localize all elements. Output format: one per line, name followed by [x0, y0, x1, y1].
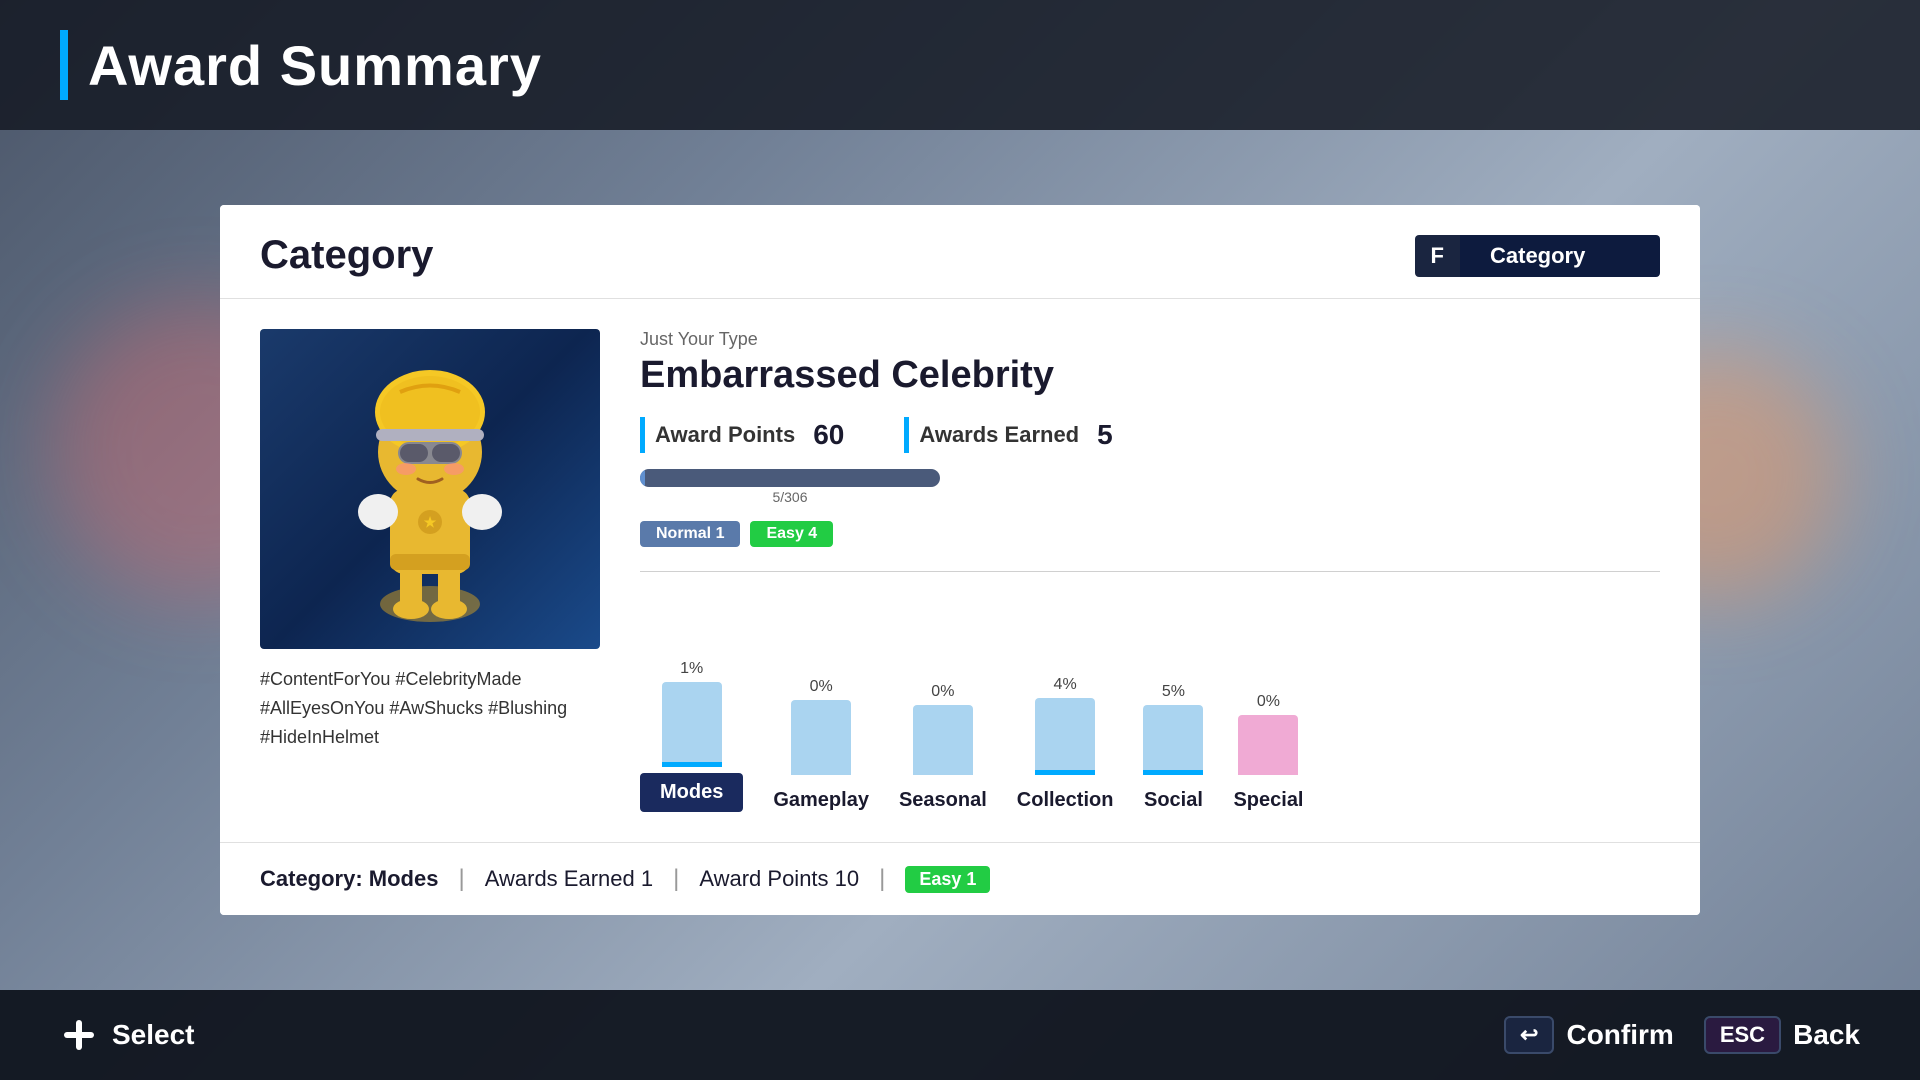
- bar-col-seasonal[interactable]: 0% Seasonal: [899, 615, 987, 812]
- bar-fill-gameplay: [791, 700, 851, 775]
- footer-sep-3: |: [879, 865, 885, 893]
- bar-fill-seasonal: [913, 705, 973, 775]
- footer-awards-earned: Awards Earned 1: [485, 866, 653, 892]
- bar-col-collection[interactable]: 4% Collection: [1017, 615, 1114, 812]
- bar-fill-collection: [1035, 698, 1095, 770]
- bar-indicator-modes: [662, 762, 722, 767]
- awards-earned-label: Awards Earned: [919, 422, 1079, 448]
- char-name: Embarrassed Celebrity: [640, 354, 1660, 397]
- hashtag-line-1: #ContentForYou #CelebrityMade: [260, 665, 600, 694]
- footer-award-points: Award Points 10: [699, 866, 859, 892]
- award-points-stat: Award Points 60: [640, 417, 844, 453]
- bar-wrapper-special: 0%: [1238, 615, 1298, 775]
- progress-label: 5/306: [640, 489, 940, 505]
- award-points-value: 60: [813, 419, 844, 451]
- main-content: Category F Category: [200, 130, 1720, 990]
- esc-key-badge: ESC: [1704, 1016, 1781, 1054]
- bar-fill-social: [1143, 705, 1203, 770]
- top-bar: Award Summary: [0, 0, 1920, 130]
- footer-stats: Category: Modes | Awards Earned 1 | Awar…: [220, 842, 1700, 915]
- bar-fill-special: [1238, 715, 1298, 775]
- stats-panel: Just Your Type Embarrassed Celebrity Awa…: [640, 329, 1660, 812]
- footer-sep-1: |: [458, 865, 464, 893]
- bottom-right-actions: ↩ Confirm ESC Back: [1504, 1016, 1860, 1054]
- bar-wrapper-seasonal: 0%: [913, 615, 973, 775]
- back-label: Back: [1793, 1019, 1860, 1051]
- char-subtitle: Just Your Type: [640, 329, 1660, 350]
- bar-pct-seasonal: 0%: [931, 683, 954, 701]
- bar-indicator-social: [1143, 770, 1203, 775]
- select-icon: [60, 1016, 98, 1054]
- bar-pct-collection: 4%: [1054, 676, 1077, 694]
- bar-label-active-modes: Modes: [640, 773, 743, 812]
- bar-label-gameplay: Gameplay: [773, 789, 869, 812]
- progress-bar-bg: [640, 469, 940, 487]
- esc-label: ESC: [1720, 1022, 1765, 1048]
- confirm-label: Confirm: [1566, 1019, 1673, 1051]
- bar-wrapper-social: 5%: [1143, 615, 1203, 775]
- card-header: Category F Category: [220, 205, 1700, 299]
- bar-pct-special: 0%: [1257, 693, 1280, 711]
- bar-pct-social: 5%: [1162, 683, 1185, 701]
- confirm-button[interactable]: ↩ Confirm: [1504, 1016, 1674, 1054]
- bar-wrapper-modes: 1%: [662, 607, 722, 767]
- page-title: Award Summary: [88, 33, 542, 98]
- bar-pct-gameplay: 0%: [810, 678, 833, 696]
- bar-indicator-collection: [1035, 770, 1095, 775]
- svg-text:★: ★: [424, 514, 437, 530]
- stats-row: Award Points 60 Awards Earned 5: [640, 417, 1660, 453]
- character-panel: ★ #ContentForYou #CelebrityMade #AllEyes…: [260, 329, 600, 812]
- hashtag-line-2: #AllEyesOnYou #AwShucks #Blushing: [260, 694, 600, 723]
- hashtag-line-3: #HideInHelmet: [260, 723, 600, 752]
- filter-value: Category: [1460, 235, 1660, 277]
- bar-fill-modes: [662, 682, 722, 762]
- chart-divider: [640, 571, 1660, 572]
- confirm-key-badge: ↩: [1504, 1016, 1554, 1054]
- bar-col-modes[interactable]: 1% Modes: [640, 607, 743, 812]
- stat-accent-1: [640, 417, 645, 453]
- character-hashtags: #ContentForYou #CelebrityMade #AllEyesOn…: [260, 665, 600, 751]
- awards-earned-value: 5: [1097, 419, 1113, 451]
- card-body: ★ #ContentForYou #CelebrityMade #AllEyes…: [220, 299, 1700, 842]
- bar-label-seasonal: Seasonal: [899, 789, 987, 812]
- bottom-bar: Select ↩ Confirm ESC Back: [0, 990, 1920, 1080]
- bar-col-social[interactable]: 5% Social: [1143, 615, 1203, 812]
- footer-sep-2: |: [673, 865, 679, 893]
- select-label: Select: [112, 1019, 195, 1051]
- bar-col-special[interactable]: 0% Special: [1233, 615, 1303, 812]
- back-button[interactable]: ESC Back: [1704, 1016, 1860, 1054]
- bar-col-gameplay[interactable]: 0% Gameplay: [773, 615, 869, 812]
- card: Category F Category: [220, 205, 1700, 915]
- category-filter[interactable]: F Category: [1415, 235, 1660, 277]
- select-action: Select: [60, 1016, 195, 1054]
- bar-pct-modes: 1%: [680, 660, 703, 678]
- stat-accent-2: [904, 417, 909, 453]
- bar-wrapper-collection: 4%: [1035, 615, 1095, 775]
- progress-container: 5/306: [640, 469, 1660, 505]
- character-svg: ★: [300, 334, 560, 644]
- character-image: ★: [260, 329, 600, 649]
- awards-earned-stat: Awards Earned 5: [904, 417, 1112, 453]
- bar-label-special: Special: [1233, 789, 1303, 812]
- award-points-label: Award Points: [655, 422, 795, 448]
- title-accent: [60, 30, 68, 100]
- bar-label-collection: Collection: [1017, 789, 1114, 812]
- badges-row: Normal 1 Easy 4: [640, 521, 1660, 547]
- category-heading: Category: [260, 233, 433, 278]
- filter-key: F: [1415, 235, 1460, 277]
- bar-label-social: Social: [1144, 789, 1203, 812]
- confirm-icon: ↩: [1520, 1022, 1538, 1048]
- badge-normal: Normal 1: [640, 521, 740, 547]
- progress-bar-fill: [640, 469, 645, 487]
- bar-wrapper-gameplay: 0%: [791, 615, 851, 775]
- bar-chart: 1% Modes 0% Gameplay 0% Seasonal 4% Collection 5…: [640, 592, 1660, 812]
- badge-easy: Easy 4: [750, 521, 833, 547]
- footer-easy-badge: Easy 1: [905, 866, 990, 893]
- footer-category-modes: Category: Modes: [260, 866, 438, 892]
